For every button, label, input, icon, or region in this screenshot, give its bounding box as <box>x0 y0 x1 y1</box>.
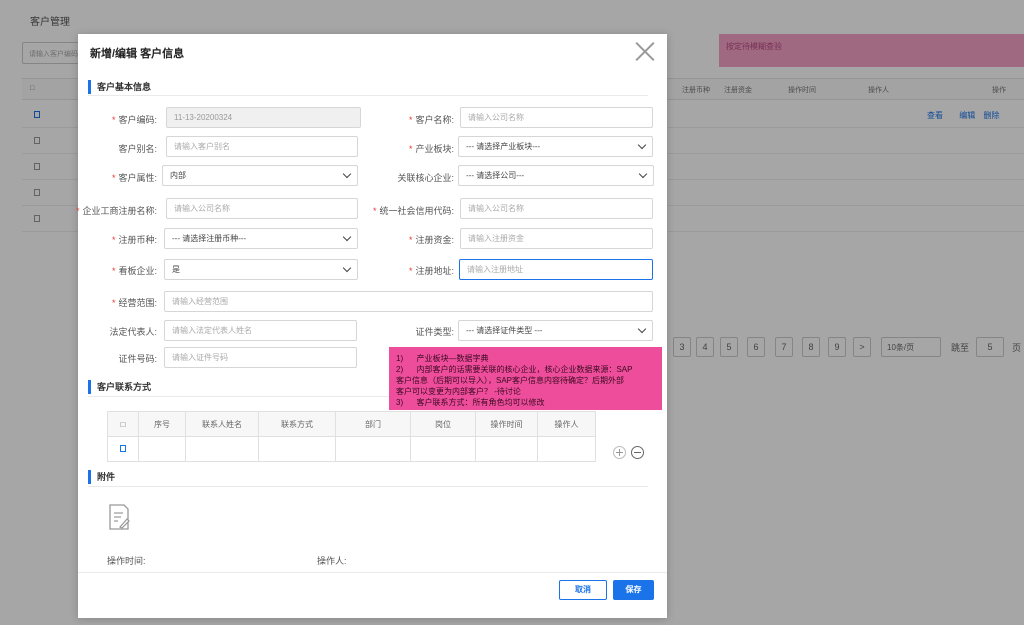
divider <box>88 486 648 487</box>
credit-code-input[interactable]: 请输入公司名称 <box>460 198 653 219</box>
column-header: 联系人姓名 <box>185 411 259 437</box>
id-type-select[interactable]: --- 请选择证件类型 --- <box>458 320 653 341</box>
table-cell <box>138 436 186 462</box>
note-line: 2) 内部客户的话需要关联的核心企业，核心企业数据来源：SAP <box>396 365 633 374</box>
cancel-button[interactable]: 取消 <box>559 580 607 600</box>
annotation-note: 1) 产业板块—数据字典 2) 内部客户的话需要关联的核心企业，核心企业数据来源… <box>389 347 662 410</box>
credit-code-label: * 统一社会信用代码: <box>372 206 454 216</box>
column-header: 岗位 <box>410 411 476 437</box>
column-header: 序号 <box>138 411 186 437</box>
table-cell <box>335 436 411 462</box>
customer-alias-input[interactable]: 请输入客户别名 <box>166 136 358 157</box>
legal-rep-input[interactable]: 请输入法定代表人姓名 <box>164 320 357 341</box>
table-header-row: □ 序号 联系人姓名 联系方式 部门 岗位 操作时间 操作人 <box>107 411 596 437</box>
section-contact: 客户联系方式 <box>88 380 151 394</box>
capital-label: * 注册资金: <box>408 235 454 245</box>
id-number-input[interactable]: 请输入证件号码 <box>164 347 357 368</box>
close-icon[interactable] <box>634 40 656 62</box>
scope-input[interactable]: 请输入经营范围 <box>164 291 653 312</box>
divider <box>78 572 667 573</box>
table-cell <box>410 436 476 462</box>
table-cell <box>258 436 336 462</box>
document-icon[interactable] <box>108 504 130 530</box>
table-cell <box>185 436 259 462</box>
table-cell <box>475 436 538 462</box>
customer-alias-label: 客户别名: <box>118 144 157 154</box>
select-all-checkbox[interactable]: □ <box>107 411 139 437</box>
operator-label: 操作人: <box>317 556 347 566</box>
address-label: * 注册地址: <box>408 266 454 276</box>
add-row-icon[interactable] <box>613 446 626 459</box>
row-checkbox[interactable] <box>120 444 126 452</box>
core-company-select[interactable]: --- 请选择公司--- <box>458 165 654 186</box>
currency-label: * 注册币种: <box>111 235 157 245</box>
industry-label: * 产业板块: <box>408 144 454 154</box>
address-input[interactable]: 请输入注册地址 <box>459 259 653 280</box>
industry-select[interactable]: --- 请选择产业板块--- <box>458 136 653 157</box>
column-header: 操作时间 <box>475 411 538 437</box>
currency-select[interactable]: --- 请选择注册币种--- <box>164 228 358 249</box>
section-basic-info: 客户基本信息 <box>88 80 151 94</box>
column-header: 操作人 <box>537 411 596 437</box>
id-type-label: 证件类型: <box>415 327 454 337</box>
board-select[interactable]: 是 <box>164 259 358 280</box>
customer-name-input[interactable]: 请输入公司名称 <box>460 107 653 128</box>
column-header: 部门 <box>335 411 411 437</box>
id-number-label: 证件号码: <box>118 354 157 364</box>
legal-rep-label: 法定代表人: <box>109 327 157 337</box>
customer-attr-label: * 客户属性: <box>111 173 157 183</box>
note-line: 1) 产业板块—数据字典 <box>396 354 489 363</box>
customer-code-input: 11-13-20200324 <box>166 107 361 128</box>
contact-table: □ 序号 联系人姓名 联系方式 部门 岗位 操作时间 操作人 <box>107 411 596 462</box>
table-cell <box>537 436 596 462</box>
remove-row-icon[interactable] <box>631 446 644 459</box>
modal-title: 新增/编辑 客户信息 <box>90 48 185 60</box>
customer-code-label: * 客户编码: <box>111 115 157 125</box>
customer-attr-select[interactable]: 内部 <box>162 165 358 186</box>
note-line: 客户信息（后期可以导入），SAP客户信息内容待确定？后期外部 <box>396 376 625 385</box>
reg-name-label: * 企业工商注册名称: <box>75 206 157 216</box>
table-row[interactable] <box>107 436 596 462</box>
column-header: 联系方式 <box>258 411 336 437</box>
note-line: 3) 客户联系方式：所有角色均可以修改 <box>396 398 545 407</box>
row-checkbox-cell[interactable] <box>107 436 139 462</box>
core-company-label: 关联核心企业: <box>397 173 454 183</box>
divider <box>88 95 648 96</box>
op-time-label: 操作时间: <box>107 556 146 566</box>
capital-input[interactable]: 请输入注册资金 <box>460 228 653 249</box>
customer-edit-modal: 新增/编辑 客户信息 客户基本信息 * 客户编码: 11-13-20200324 … <box>75 34 667 618</box>
section-attachment: 附件 <box>88 470 115 484</box>
customer-name-label: * 客户名称: <box>408 115 454 125</box>
save-button[interactable]: 保存 <box>613 580 654 600</box>
board-label: * 看板企业: <box>111 266 157 276</box>
note-line: 客户可以变更为内部客户？ -待讨论 <box>396 387 521 396</box>
reg-name-input[interactable]: 请输入公司名称 <box>166 198 358 219</box>
scope-label: * 经营范围: <box>111 298 157 308</box>
